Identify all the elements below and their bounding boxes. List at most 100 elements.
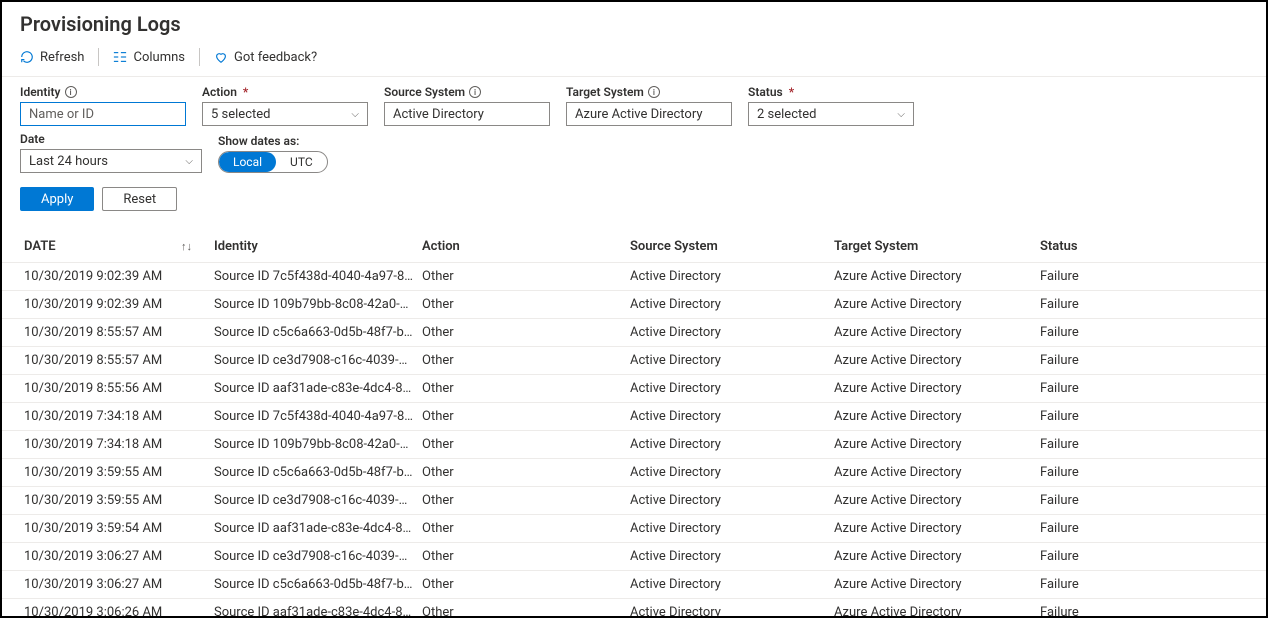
cell-source: Active Directory: [626, 375, 830, 403]
cell-identity: Source ID aaf31ade-c83e-4dc4-878c-da25: [210, 599, 418, 618]
cell-status: Failure: [1036, 431, 1266, 459]
cell-identity: Source ID c5c6a663-0d5b-48f7-b1d7-ec4: [210, 319, 418, 347]
cell-source: Active Directory: [626, 291, 830, 319]
date-select[interactable]: Last 24 hours ⌵: [20, 149, 202, 173]
cell-identity: Source ID ce3d7908-c16c-4039-a346-b72: [210, 543, 418, 571]
cell-identity: Source ID 109b79bb-8c08-42a0-a6d1-8fe: [210, 291, 418, 319]
info-icon[interactable]: i: [469, 86, 481, 98]
cell-identity: Source ID 7c5f438d-4040-4a97-8a45-9d6: [210, 263, 418, 291]
apply-button[interactable]: Apply: [20, 187, 94, 211]
target-system-label: Target System i: [566, 85, 732, 99]
cell-status: Failure: [1036, 487, 1266, 515]
table-row[interactable]: 10/30/2019 3:06:26 AMSource ID aaf31ade-…: [2, 599, 1266, 618]
source-system-select[interactable]: Active Directory: [384, 102, 550, 126]
cell-target: Azure Active Directory: [830, 347, 1036, 375]
table-row[interactable]: 10/30/2019 8:55:57 AMSource ID ce3d7908-…: [2, 347, 1266, 375]
table-row[interactable]: 10/30/2019 3:59:55 AMSource ID ce3d7908-…: [2, 487, 1266, 515]
table-row[interactable]: 10/30/2019 3:06:27 AMSource ID ce3d7908-…: [2, 543, 1266, 571]
cell-identity: Source ID ce3d7908-c16c-4039-a346-b72: [210, 347, 418, 375]
cell-date: 10/30/2019 3:06:27 AM: [2, 571, 210, 599]
refresh-icon: [20, 50, 34, 64]
cell-status: Failure: [1036, 263, 1266, 291]
table-row[interactable]: 10/30/2019 3:06:27 AMSource ID c5c6a663-…: [2, 571, 1266, 599]
col-header-date[interactable]: DATE ↑↓: [2, 231, 210, 263]
cell-target: Azure Active Directory: [830, 515, 1036, 543]
columns-label: Columns: [133, 50, 185, 65]
cell-action: Other: [418, 599, 626, 618]
table-row[interactable]: 10/30/2019 7:34:18 AMSource ID 109b79bb-…: [2, 431, 1266, 459]
show-dates-label: Show dates as:: [218, 134, 328, 148]
status-select[interactable]: 2 selected ⌵: [748, 102, 914, 126]
table-row[interactable]: 10/30/2019 9:02:39 AMSource ID 7c5f438d-…: [2, 263, 1266, 291]
info-icon[interactable]: i: [648, 86, 660, 98]
filters: Identity i Action* 5 selected ⌵ Source S…: [2, 77, 1266, 183]
cell-target: Azure Active Directory: [830, 459, 1036, 487]
col-header-source[interactable]: Source System: [626, 231, 830, 263]
col-header-action[interactable]: Action: [418, 231, 626, 263]
date-label: Date: [20, 132, 202, 146]
cell-action: Other: [418, 263, 626, 291]
toggle-local[interactable]: Local: [219, 152, 276, 172]
cell-source: Active Directory: [626, 263, 830, 291]
action-select-value: 5 selected: [211, 107, 270, 122]
cell-source: Active Directory: [626, 599, 830, 618]
cell-status: Failure: [1036, 403, 1266, 431]
cell-status: Failure: [1036, 515, 1266, 543]
cell-date: 10/30/2019 7:34:18 AM: [2, 403, 210, 431]
table-row[interactable]: 10/30/2019 8:55:56 AMSource ID aaf31ade-…: [2, 375, 1266, 403]
logs-table: DATE ↑↓ Identity Action Source System Ta…: [2, 231, 1266, 618]
cell-date: 10/30/2019 3:59:55 AM: [2, 459, 210, 487]
cell-identity: Source ID aaf31ade-c83e-4dc4-878c-da25: [210, 515, 418, 543]
feedback-button[interactable]: Got feedback?: [206, 50, 325, 65]
table-row[interactable]: 10/30/2019 8:55:57 AMSource ID c5c6a663-…: [2, 319, 1266, 347]
action-label: Action*: [202, 85, 368, 99]
cell-action: Other: [418, 459, 626, 487]
cell-action: Other: [418, 515, 626, 543]
col-header-status[interactable]: Status: [1036, 231, 1266, 263]
cell-date: 10/30/2019 8:55:56 AM: [2, 375, 210, 403]
refresh-button[interactable]: Refresh: [20, 50, 92, 65]
cell-source: Active Directory: [626, 319, 830, 347]
cell-action: Other: [418, 347, 626, 375]
show-dates-toggle: Local UTC: [218, 151, 328, 173]
cell-date: 10/30/2019 3:59:55 AM: [2, 487, 210, 515]
cell-action: Other: [418, 431, 626, 459]
cell-date: 10/30/2019 8:55:57 AM: [2, 319, 210, 347]
toggle-utc[interactable]: UTC: [276, 152, 327, 172]
refresh-label: Refresh: [40, 50, 84, 65]
cell-status: Failure: [1036, 571, 1266, 599]
cell-action: Other: [418, 291, 626, 319]
cell-action: Other: [418, 487, 626, 515]
identity-label: Identity i: [20, 85, 186, 99]
cell-source: Active Directory: [626, 431, 830, 459]
col-header-identity[interactable]: Identity: [210, 231, 418, 263]
cell-date: 10/30/2019 8:55:57 AM: [2, 347, 210, 375]
chevron-down-icon: ⌵: [185, 156, 193, 167]
columns-button[interactable]: Columns: [105, 50, 193, 65]
status-label: Status*: [748, 85, 914, 99]
col-header-target[interactable]: Target System: [830, 231, 1036, 263]
table-row[interactable]: 10/30/2019 3:59:55 AMSource ID c5c6a663-…: [2, 459, 1266, 487]
info-icon[interactable]: i: [65, 86, 77, 98]
cell-source: Active Directory: [626, 571, 830, 599]
cell-date: 10/30/2019 3:06:26 AM: [2, 599, 210, 618]
cell-status: Failure: [1036, 543, 1266, 571]
cell-target: Azure Active Directory: [830, 487, 1036, 515]
target-system-select[interactable]: Azure Active Directory: [566, 102, 732, 126]
chevron-down-icon: ⌵: [897, 109, 905, 120]
cell-target: Azure Active Directory: [830, 319, 1036, 347]
toolbar-separator: [98, 48, 99, 66]
reset-button[interactable]: Reset: [102, 187, 177, 211]
status-select-value: 2 selected: [757, 107, 816, 122]
table-row[interactable]: 10/30/2019 7:34:18 AMSource ID 7c5f438d-…: [2, 403, 1266, 431]
cell-target: Azure Active Directory: [830, 543, 1036, 571]
action-select[interactable]: 5 selected ⌵: [202, 102, 368, 126]
chevron-down-icon: ⌵: [351, 109, 359, 120]
table-row[interactable]: 10/30/2019 3:59:54 AMSource ID aaf31ade-…: [2, 515, 1266, 543]
cell-action: Other: [418, 403, 626, 431]
source-system-value: Active Directory: [393, 107, 484, 122]
source-system-label: Source System i: [384, 85, 550, 99]
cell-status: Failure: [1036, 459, 1266, 487]
table-row[interactable]: 10/30/2019 9:02:39 AMSource ID 109b79bb-…: [2, 291, 1266, 319]
identity-input[interactable]: [20, 102, 186, 126]
